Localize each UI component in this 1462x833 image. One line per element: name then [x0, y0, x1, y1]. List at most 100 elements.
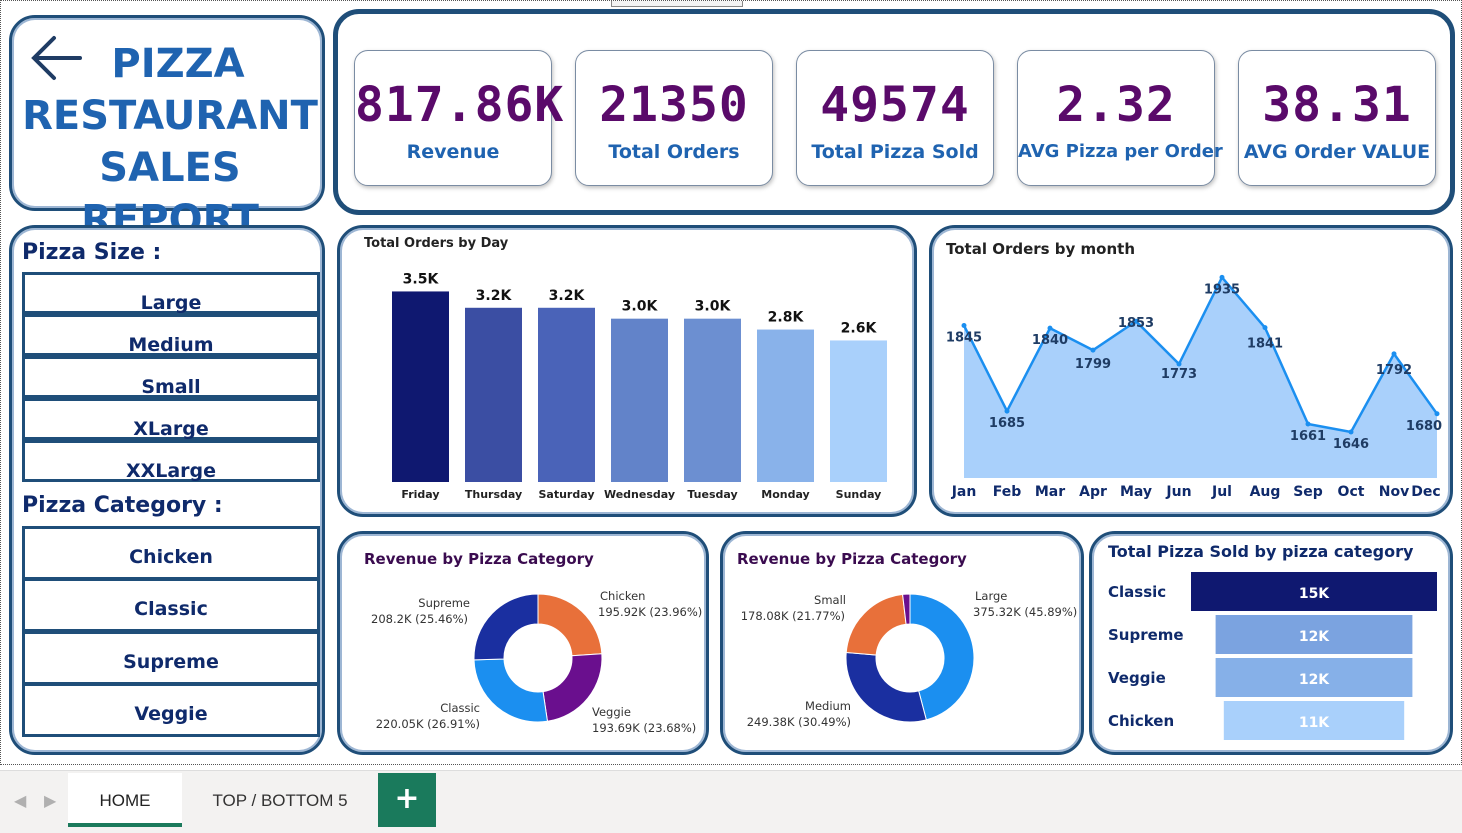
- top-tab-handle: [611, 1, 743, 7]
- revenue-by-category-chart[interactable]: Chicken 195.92K (23.96%) Veggie 193.69K (23…: [340, 534, 706, 752]
- data-point: [1090, 347, 1096, 353]
- data-label: 1685: [989, 416, 1025, 431]
- orders-by-month-panel: Total Orders by month 1845 Jan 1685 Feb 1840…: [929, 225, 1453, 517]
- slicer-category-veggie[interactable]: Veggie: [22, 683, 320, 737]
- tab-home[interactable]: HOME: [68, 773, 182, 827]
- bar-saturday: [538, 307, 595, 482]
- pizza-sold-by-category-chart[interactable]: 15K Classic 12K Supreme 12K Veggie 11K Chicken: [1092, 534, 1450, 752]
- kpi-card-avg-order-value: 38.31 AVG Order VALUE: [1238, 50, 1436, 186]
- pizza-sold-by-category-panel: Total Pizza Sold by pizza category 15K Cl…: [1089, 531, 1453, 755]
- kpi-label: Revenue: [406, 141, 500, 163]
- orders-by-day-chart[interactable]: 3.5K Friday 3.2K Thursday 3.2K Saturday 3.0K We…: [340, 228, 914, 514]
- slice-value-label: 208.2K (25.46%): [371, 612, 468, 626]
- page-tab-bar: ◀ ▶ HOME TOP / BOTTOM 5 +: [0, 770, 1462, 833]
- x-tick-label: Mar: [1035, 484, 1065, 500]
- tab-top-bottom-5[interactable]: TOP / BOTTOM 5: [190, 773, 370, 827]
- kpi-value: 49574: [820, 77, 970, 133]
- data-point: [1434, 411, 1440, 417]
- report-title: PIZZA RESTAURANT SALES REPORT: [12, 38, 328, 246]
- slice-name-label: Supreme: [418, 596, 470, 610]
- slice-small: [845, 593, 907, 656]
- data-label: 1845: [946, 331, 982, 346]
- slicer-size-small[interactable]: Small: [22, 356, 320, 398]
- data-label: 15K: [1299, 586, 1330, 602]
- slice-name-label: Small: [814, 593, 846, 607]
- data-label: 1680: [1406, 419, 1442, 434]
- x-tick-label: Sep: [1293, 484, 1323, 500]
- slicer-size-xlarge[interactable]: XLarge: [22, 398, 320, 440]
- slice-value-label: 195.92K (23.96%): [598, 605, 702, 619]
- slice-value-label: 220.05K (26.91%): [376, 717, 480, 731]
- slicer-size-xxlarge[interactable]: XXLarge: [22, 440, 320, 482]
- data-point: [1348, 429, 1354, 435]
- kpi-card-avg-pizza-per-order: 2.32 AVG Pizza per Order: [1017, 50, 1223, 186]
- kpi-panel: 817.86K Revenue 21350 Total Orders 49574…: [333, 9, 1455, 215]
- data-point: [1004, 408, 1010, 414]
- slicer-category-supreme[interactable]: Supreme: [22, 631, 320, 685]
- x-tick-label: Oct: [1338, 484, 1365, 500]
- data-point: [1391, 351, 1397, 357]
- bar-tuesday: [684, 318, 741, 482]
- pizza-category-heading: Pizza Category :: [22, 493, 223, 518]
- next-page-arrow-icon[interactable]: ▶: [44, 791, 56, 810]
- slice-supreme: [473, 593, 539, 661]
- revenue-by-size-panel: Revenue by Pizza Category Large 375.32K (…: [720, 531, 1084, 755]
- slicer-size-large[interactable]: Large: [22, 272, 320, 314]
- data-label: 12K: [1299, 672, 1330, 688]
- data-label: 3.0K: [695, 299, 732, 315]
- slice-medium: [845, 651, 927, 723]
- data-point: [1047, 325, 1053, 331]
- data-label: 1935: [1204, 282, 1240, 297]
- bar-friday: [392, 291, 449, 482]
- revenue-by-size-chart[interactable]: Large 375.32K (45.89%) Medium 249.38K (30.4…: [723, 534, 1081, 752]
- data-label: 1661: [1290, 429, 1326, 444]
- data-label: 11K: [1299, 715, 1330, 731]
- data-label: 1773: [1161, 367, 1197, 382]
- slice-classic: [473, 658, 549, 723]
- data-point: [1305, 421, 1311, 427]
- add-page-button[interactable]: +: [378, 773, 436, 827]
- slice-name-label: Chicken: [600, 589, 645, 603]
- kpi-label: Total Pizza Sold: [811, 141, 979, 163]
- orders-by-month-chart[interactable]: 1845 Jan 1685 Feb 1840 Mar 1799 Apr 1853 May 1773 J…: [932, 228, 1450, 514]
- x-tick-label: Feb: [993, 484, 1022, 500]
- kpi-value: 2.32: [1056, 77, 1176, 133]
- kpi-value: 817.86K: [355, 77, 565, 133]
- x-tick-label: Apr: [1079, 484, 1107, 500]
- prev-page-arrow-icon[interactable]: ◀: [14, 791, 26, 810]
- title-line-1: PIZZA: [111, 41, 245, 87]
- category-label: Supreme: [1108, 626, 1184, 644]
- x-tick-label: May: [1120, 484, 1152, 500]
- slice-value-label: 249.38K (30.49%): [747, 715, 851, 729]
- data-point: [1176, 361, 1182, 367]
- x-tick-label: Nov: [1379, 484, 1409, 500]
- slice-name-label: Large: [975, 589, 1007, 603]
- slicer-category-chicken[interactable]: Chicken: [22, 526, 320, 580]
- x-tick-label: Saturday: [539, 488, 595, 501]
- x-tick-label: Sunday: [836, 488, 882, 501]
- slice-chicken: [537, 593, 603, 657]
- slicer-size-medium[interactable]: Medium: [22, 314, 320, 356]
- filter-panel: Pizza Size : Large Medium Small XLarge X…: [9, 225, 325, 755]
- x-tick-label: Jan: [951, 484, 977, 500]
- slice-value-label: 375.32K (45.89%): [973, 605, 1077, 619]
- kpi-card-revenue: 817.86K Revenue: [354, 50, 565, 186]
- slicer-category-classic[interactable]: Classic: [22, 578, 320, 632]
- x-tick-label: Friday: [401, 488, 439, 501]
- report-canvas: PIZZA RESTAURANT SALES REPORT 817.86K Re…: [0, 0, 1462, 765]
- data-label: 1799: [1075, 357, 1111, 372]
- slice-name-label: Veggie: [592, 705, 631, 719]
- data-label: 3.5K: [403, 271, 440, 287]
- x-tick-label: Wednesday: [604, 488, 675, 501]
- data-label: 3.2K: [476, 288, 513, 304]
- bar-sunday: [830, 340, 887, 482]
- kpi-label: AVG Pizza per Order: [1018, 141, 1223, 162]
- data-label: 12K: [1299, 629, 1330, 645]
- bar-monday: [757, 329, 814, 482]
- x-tick-label: Jul: [1211, 484, 1232, 500]
- category-label: Chicken: [1108, 712, 1174, 730]
- category-label: Classic: [1108, 583, 1166, 601]
- kpi-card-total-pizza-sold: 49574 Total Pizza Sold: [796, 50, 994, 186]
- data-label: 3.2K: [549, 288, 586, 304]
- x-tick-label: Thursday: [465, 488, 522, 501]
